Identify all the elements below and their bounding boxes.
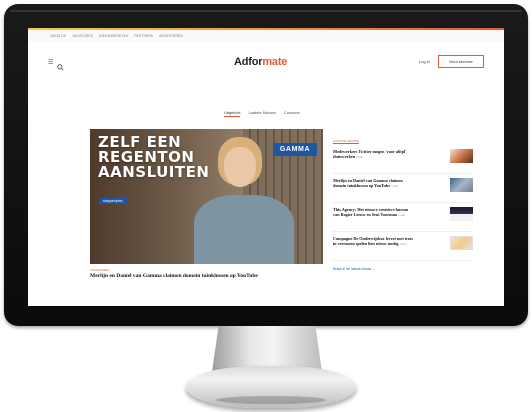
- news-item-thumbnail[interactable]: [450, 178, 473, 192]
- latest-news-sidebar: LAATSTE NIEUWS Medewerkers Twitter mogen…: [333, 129, 473, 271]
- all-news-link[interactable]: Bekijk al het laatste nieuws →: [333, 267, 473, 271]
- news-item-title[interactable]: Medewerkers Twitter mogen 'voor altijd' …: [333, 149, 415, 161]
- monitor-frame: ZAKELIJK VACATURES NIEUWSBRIEVEN PARTNER…: [4, 4, 528, 326]
- person-face: [224, 147, 256, 187]
- news-item[interactable]: Medewerkers Twitter mogen 'voor altijd' …: [333, 149, 473, 174]
- news-item-meta: 3 min: [391, 184, 399, 189]
- featured-category[interactable]: CAMPAGNES: [90, 268, 109, 272]
- tab-uitgelicht[interactable]: Uitgelicht: [224, 110, 241, 117]
- news-item-thumbnail[interactable]: [450, 207, 473, 221]
- gamma-logo-badge: GAMMA: [273, 143, 317, 156]
- image-headline: ZELF EEN REGENTON AANSLUITEN: [98, 135, 209, 180]
- news-item-meta: 2 min: [398, 213, 405, 218]
- top-link-adverteren[interactable]: ADVERTEREN: [159, 34, 183, 38]
- stappenplan-pill: stappenplan: [99, 198, 127, 204]
- featured-title[interactable]: Merlijn en Daniel van Gamma claimen dome…: [90, 273, 323, 280]
- top-accent-bar: ZAKELIJK VACATURES NIEUWSBRIEVEN PARTNER…: [28, 28, 504, 42]
- site-header: ☰ Adformate Log in Word abonnee: [28, 48, 504, 78]
- login-link[interactable]: Log in: [419, 59, 430, 64]
- news-item-title-text: Medewerkers Twitter mogen 'voor altijd' …: [333, 149, 407, 160]
- section-tabs: Uitgelicht Laatste Nieuws Contacts: [224, 110, 300, 117]
- search-icon[interactable]: [57, 58, 64, 76]
- news-item-meta: 2 min: [356, 155, 364, 160]
- news-item[interactable]: Campagne De Onderwijsbox levert met trot…: [333, 236, 473, 261]
- monitor-stand-base: [186, 366, 356, 408]
- logo-part1: Adfor: [234, 56, 263, 68]
- news-item-title[interactable]: Merlijn en Daniel van Gamma claimen dome…: [333, 178, 415, 190]
- news-item-meta: 4 min: [399, 242, 407, 247]
- news-item-title[interactable]: This Agency: Het nieuwe creatieve bureau…: [333, 207, 415, 219]
- tab-contacts[interactable]: Contacts: [284, 110, 300, 117]
- top-link-partners[interactable]: PARTNERS: [134, 34, 153, 38]
- news-item-thumbnail[interactable]: [450, 236, 473, 250]
- menu-icon[interactable]: ☰: [48, 59, 53, 66]
- top-link-nieuwsbrieven[interactable]: NIEUWSBRIEVEN: [99, 34, 128, 38]
- top-link-vacatures[interactable]: VACATURES: [72, 34, 93, 38]
- person-body: [194, 195, 294, 264]
- sidebar-heading: LAATSTE NIEUWS: [333, 139, 359, 144]
- top-link-zakelijk[interactable]: ZAKELIJK: [50, 34, 66, 38]
- subscribe-button[interactable]: Word abonnee: [438, 55, 484, 68]
- news-item[interactable]: Merlijn en Daniel van Gamma claimen dome…: [333, 178, 473, 203]
- news-item-title[interactable]: Campagne De Onderwijsbox levert met trot…: [333, 236, 415, 248]
- featured-article-image[interactable]: ZELF EEN REGENTON AANSLUITEN GAMMA stapp…: [90, 129, 323, 264]
- top-nav: ZAKELIJK VACATURES NIEUWSBRIEVEN PARTNER…: [28, 30, 504, 42]
- tab-laatste-nieuws[interactable]: Laatste Nieuws: [248, 110, 275, 117]
- image-headline-line3: AANSLUITEN: [98, 163, 210, 181]
- site-logo[interactable]: Adformate: [234, 56, 287, 68]
- news-item-thumbnail[interactable]: [450, 149, 473, 163]
- browser-screen: ZAKELIJK VACATURES NIEUWSBRIEVEN PARTNER…: [28, 28, 504, 306]
- news-item[interactable]: This Agency: Het nieuwe creatieve bureau…: [333, 207, 473, 232]
- logo-part2: mate: [262, 56, 288, 68]
